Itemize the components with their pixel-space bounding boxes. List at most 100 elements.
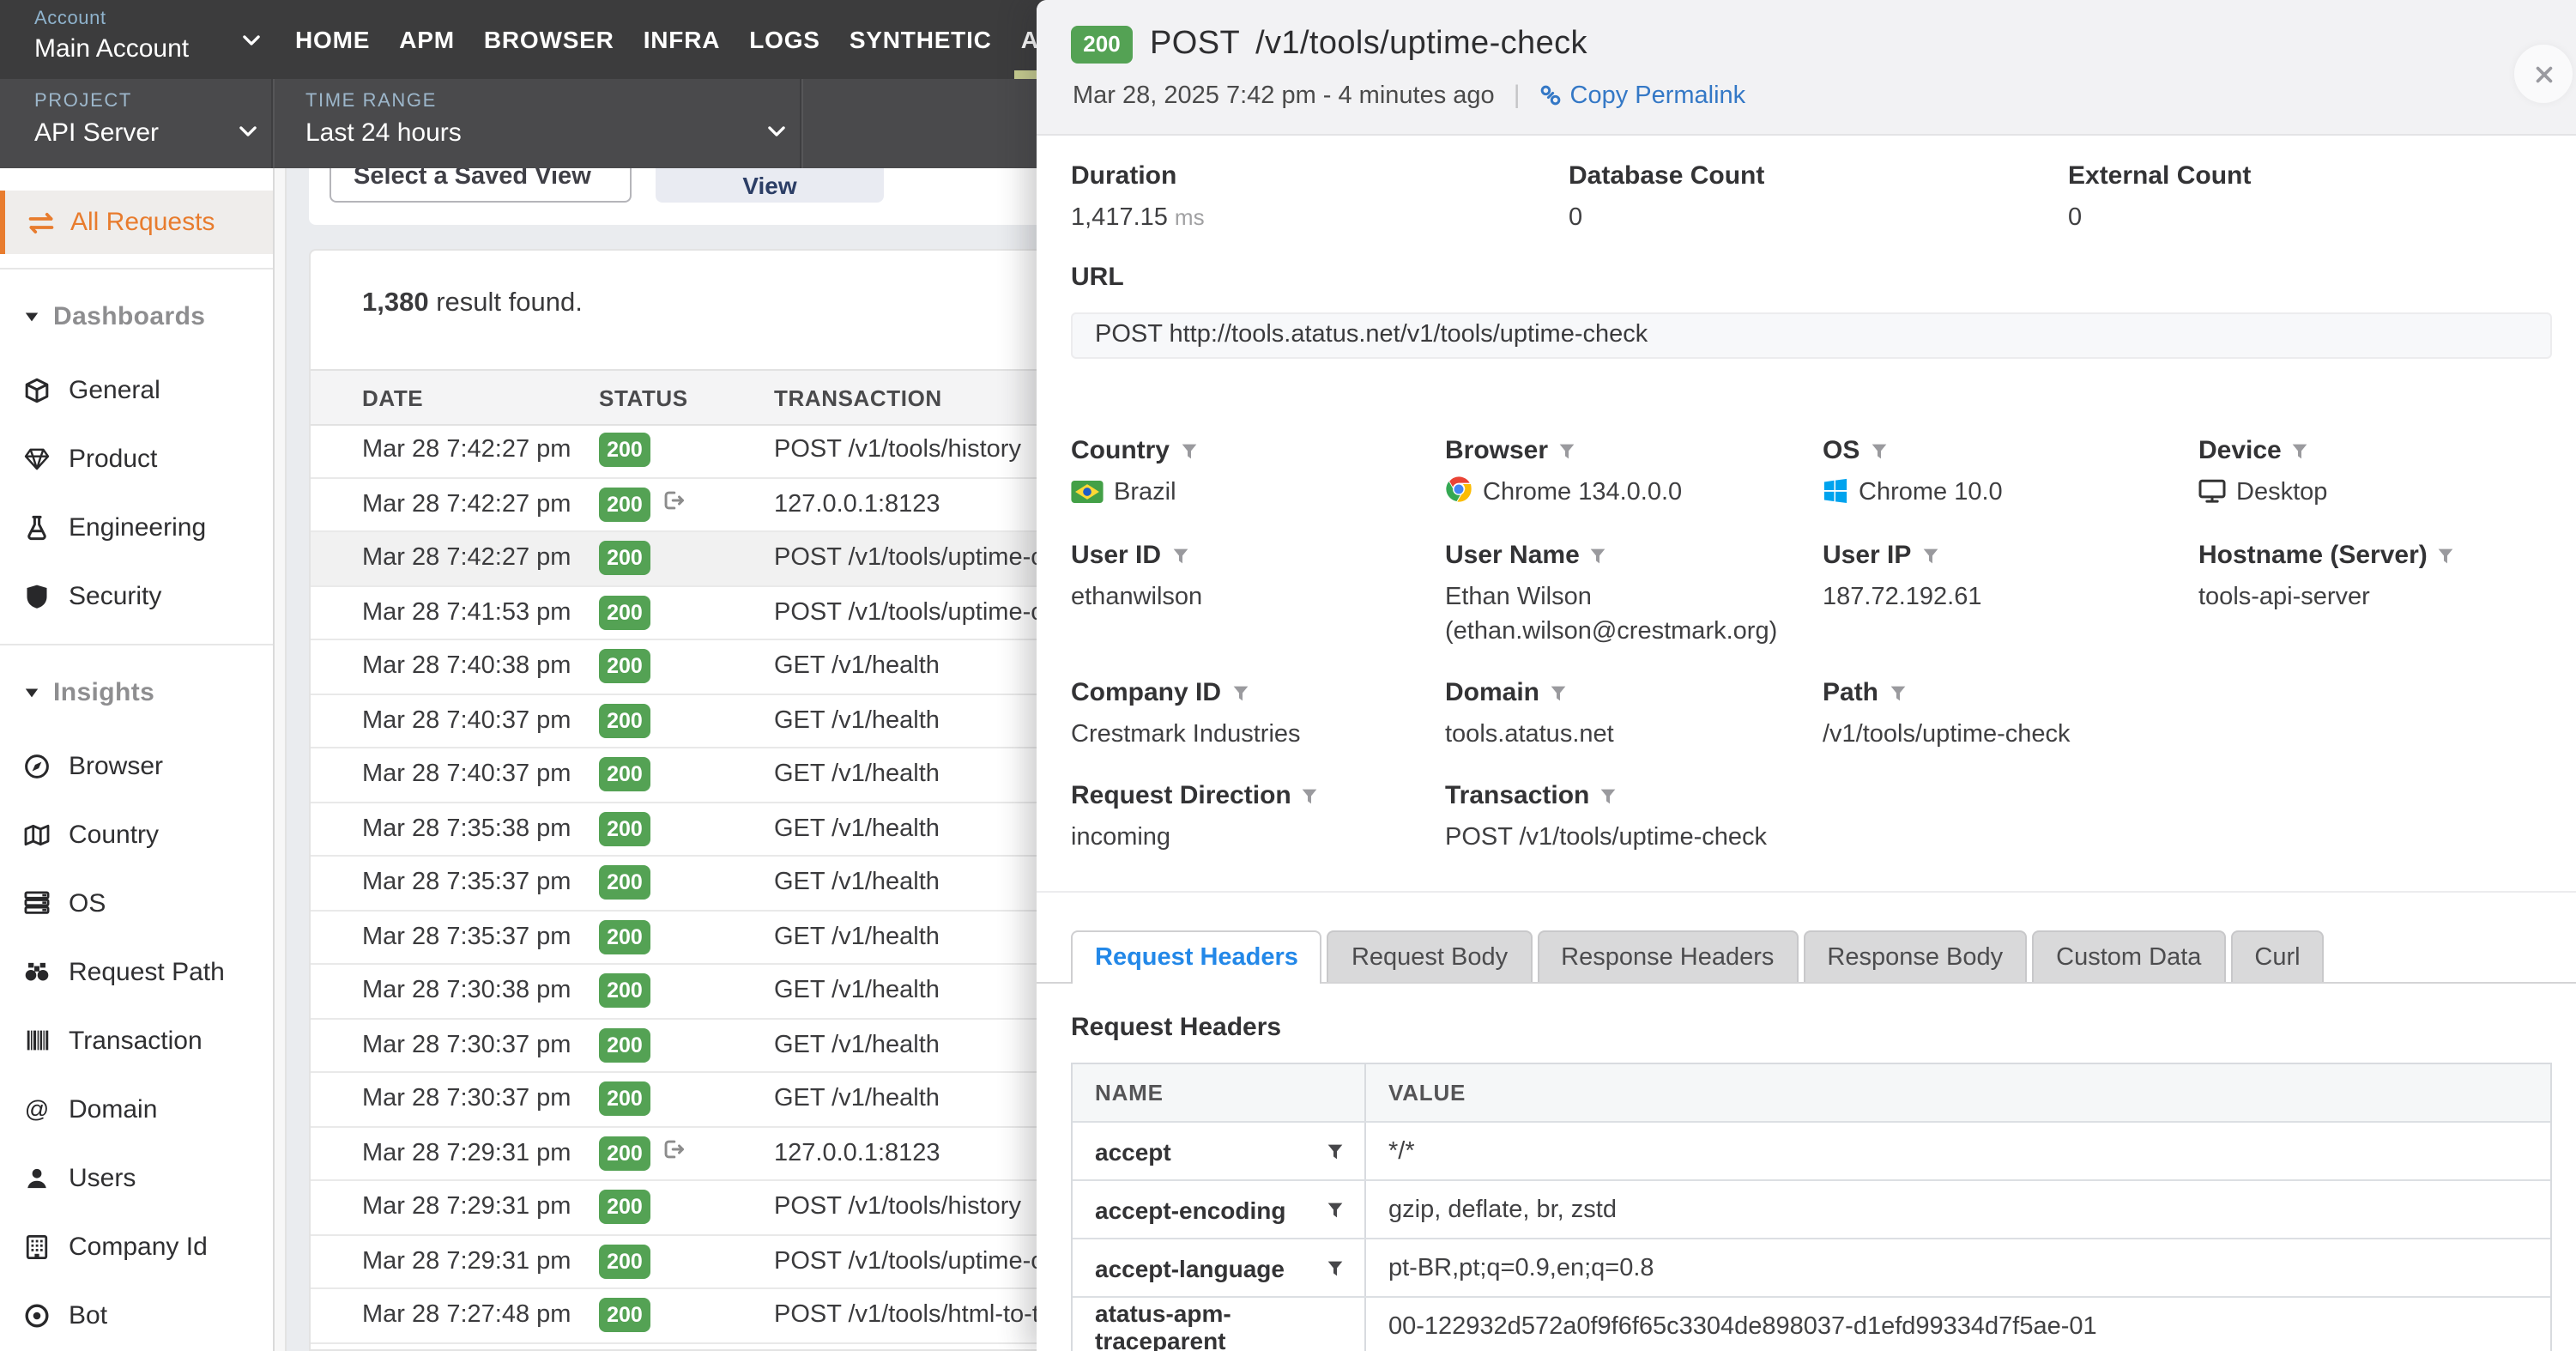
sidebar-item-bot[interactable]: Bot: [0, 1281, 273, 1349]
funnel-icon[interactable]: [1550, 684, 1567, 701]
row-date: Mar 28 7:42:27 pm: [362, 491, 571, 518]
top-nav-item-home[interactable]: HOME: [295, 0, 370, 79]
funnel-icon[interactable]: [1302, 787, 1319, 804]
header-name: accept-language: [1095, 1254, 1285, 1281]
chevron-down-icon[interactable]: [240, 29, 263, 51]
chevron-down-icon[interactable]: [237, 120, 259, 142]
row-status: 200: [599, 1299, 650, 1333]
account-switcher[interactable]: Account Main Account: [34, 9, 189, 64]
attribute-label: Transaction: [1445, 781, 1823, 810]
row-status: 200: [599, 542, 650, 576]
funnel-icon[interactable]: [1889, 684, 1906, 701]
tab-response-body[interactable]: Response Body: [1803, 930, 2027, 982]
metric-value: 1,417.15ms: [1071, 201, 1569, 235]
funnel-icon[interactable]: [1870, 442, 1887, 459]
header-row-atatus-apm-traceparent: atatus-apm-traceparent00-122932d572a0f9f…: [1073, 1296, 2550, 1351]
funnel-icon[interactable]: [2292, 442, 2309, 459]
copy-permalink-link[interactable]: Copy Permalink: [1539, 82, 1746, 109]
tab-custom-data[interactable]: Custom Data: [2032, 930, 2225, 982]
sidebar-item-general[interactable]: General: [0, 355, 273, 424]
tab-response-headers[interactable]: Response Headers: [1537, 930, 1798, 982]
sidebar-item-engineering[interactable]: Engineering: [0, 493, 273, 561]
row-transaction: GET /v1/health: [774, 978, 940, 1005]
sidebar-item-security[interactable]: Security: [0, 561, 273, 630]
row-status: 200: [599, 974, 650, 1009]
cube-icon: [22, 377, 51, 403]
top-nav-item-apm[interactable]: APM: [399, 0, 455, 79]
project-dropdown[interactable]: PROJECT API Server: [34, 91, 159, 148]
row-date: Mar 28 7:30:37 pm: [362, 1086, 571, 1113]
desktop-icon: [2198, 479, 2226, 503]
barcode-icon: [22, 1030, 51, 1051]
header-name-cell: accept-language: [1073, 1239, 1366, 1296]
funnel-icon[interactable]: [1558, 442, 1575, 459]
status-badge: 200: [599, 920, 650, 954]
account-value: Main Account: [34, 34, 189, 64]
sidebar-section-dashboards[interactable]: Dashboards: [0, 282, 273, 355]
row-date: Mar 28 7:41:53 pm: [362, 599, 571, 627]
status-badge: 200: [599, 1190, 650, 1225]
attribute-label-text: Path: [1823, 678, 1878, 707]
attribute-value: tools.atatus.net: [1445, 718, 1823, 752]
top-nav-item-browser[interactable]: BROWSER: [484, 0, 614, 79]
row-transaction: GET /v1/health: [774, 1032, 940, 1059]
attribute-label-text: Company ID: [1071, 678, 1221, 707]
funnel-icon[interactable]: [1231, 684, 1249, 701]
sidebar-item-domain[interactable]: @Domain: [0, 1075, 273, 1143]
funnel-icon[interactable]: [1180, 442, 1197, 459]
content-scrollbar[interactable]: [275, 168, 287, 1351]
attribute-domain: Domaintools.atatus.net: [1445, 678, 1823, 752]
top-nav-item-infra[interactable]: INFRA: [644, 0, 721, 79]
status-badge: 200: [599, 542, 650, 576]
sidebar-item-os[interactable]: OS: [0, 869, 273, 937]
sidebar-item-label: Product: [69, 444, 157, 473]
attribute-label: OS: [1823, 436, 2198, 465]
sidebar-item-country[interactable]: Country: [0, 800, 273, 869]
sidebar-item-request-path[interactable]: Request Path: [0, 937, 273, 1006]
status-badge: 200: [599, 758, 650, 792]
row-status: 200: [599, 1245, 650, 1279]
chevron-down-icon[interactable]: [765, 120, 788, 142]
tab-request-body[interactable]: Request Body: [1327, 930, 1532, 982]
row-date: Mar 28 7:35:37 pm: [362, 869, 571, 897]
brazil-flag-icon: [1071, 481, 1104, 503]
funnel-icon[interactable]: [1327, 1142, 1344, 1160]
top-nav-item-synthetic[interactable]: SYNTHETIC: [850, 0, 992, 79]
column-header-name: NAME: [1095, 1080, 1164, 1106]
funnel-icon[interactable]: [2438, 547, 2455, 564]
status-badge: 200: [599, 974, 650, 1009]
sidebar-item-users[interactable]: Users: [0, 1143, 273, 1212]
request-title: POST/v1/tools/uptime-check: [1150, 26, 1587, 64]
funnel-icon[interactable]: [1327, 1259, 1344, 1276]
status-badge: 200: [599, 1299, 650, 1333]
result-count-number: 1,380: [362, 288, 429, 318]
time-range-value: Last 24 hours: [305, 118, 462, 148]
row-transaction: 127.0.0.1:8123: [774, 1140, 940, 1167]
top-nav-item-logs[interactable]: LOGS: [749, 0, 820, 79]
sidebar-item-transaction[interactable]: Transaction: [0, 1006, 273, 1075]
sidebar-item-all-requests[interactable]: All Requests: [0, 191, 273, 254]
sidebar-section-insights[interactable]: Insights: [0, 657, 273, 731]
eye-icon: [22, 1302, 51, 1328]
funnel-icon[interactable]: [1590, 547, 1607, 564]
tab-curl[interactable]: Curl: [2230, 930, 2324, 982]
status-badge: 200: [1071, 26, 1133, 64]
sidebar-item-product[interactable]: Product: [0, 424, 273, 493]
request-detail-panel: 200 POST/v1/tools/uptime-check Mar 28, 2…: [1037, 0, 2576, 1351]
attribute-value: Chrome 134.0.0.0: [1445, 476, 1823, 510]
header-row-accept-encoding: accept-encodinggzip, deflate, br, zstd: [1073, 1179, 2550, 1238]
status-badge: 200: [599, 866, 650, 900]
sidebar-item-company-id[interactable]: Company Id: [0, 1212, 273, 1281]
funnel-icon[interactable]: [1921, 547, 1938, 564]
tab-request-headers[interactable]: Request Headers: [1071, 930, 1322, 984]
result-count: 1,380 result found.: [362, 288, 583, 319]
close-panel-button[interactable]: [2514, 45, 2573, 103]
funnel-icon[interactable]: [1599, 787, 1617, 804]
sidebar-item-label: Domain: [69, 1094, 157, 1124]
sidebar-item-browser[interactable]: Browser: [0, 731, 273, 800]
attribute-label-text: OS: [1823, 436, 1859, 465]
funnel-icon[interactable]: [1327, 1201, 1344, 1218]
time-range-dropdown[interactable]: TIME RANGE Last 24 hours: [305, 91, 462, 148]
attribute-row: Request DirectionincomingTransactionPOST…: [1071, 781, 2552, 855]
funnel-icon[interactable]: [1171, 547, 1188, 564]
